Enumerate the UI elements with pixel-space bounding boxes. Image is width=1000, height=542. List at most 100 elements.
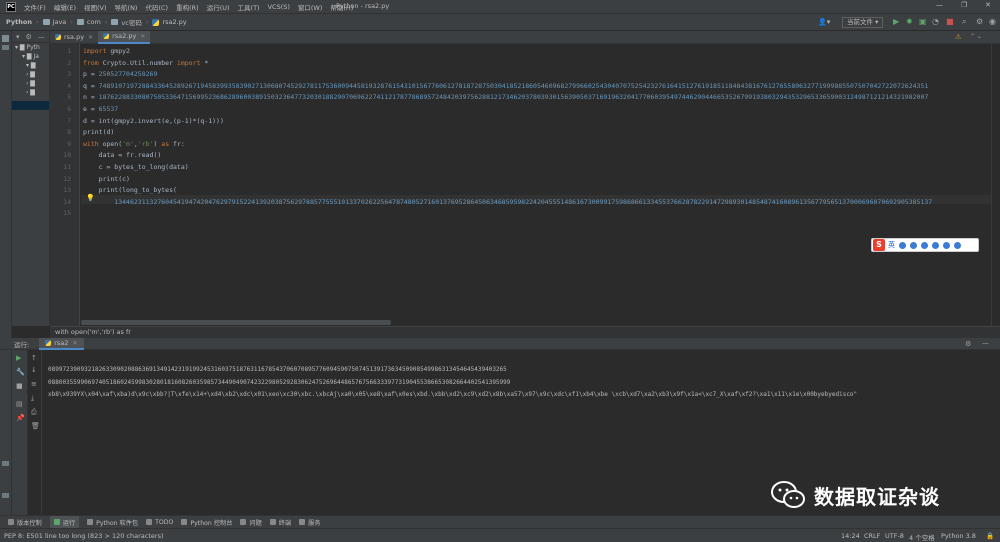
menu-item-refactor[interactable]: 重构(R) [172, 2, 203, 12]
settings-icon[interactable]: ⚙ [976, 17, 983, 27]
line-number[interactable]: 6 [67, 106, 71, 113]
run-icon[interactable]: ▶ [893, 17, 899, 27]
file-encoding[interactable]: UTF-8 [885, 532, 904, 540]
trash-icon[interactable]: 🗑 [31, 422, 40, 430]
close-icon[interactable]: ✕ [985, 1, 991, 9]
run-configuration-select[interactable]: 当前文件 ▾ [842, 17, 884, 28]
code-line[interactable]: import gmpy2 [83, 47, 130, 55]
menu-item-navigate[interactable]: 导航(N) [111, 2, 142, 12]
line-number[interactable]: 1 [67, 48, 71, 55]
line-number[interactable]: 14 [63, 199, 71, 206]
layout-icon[interactable]: ▤ [16, 400, 23, 408]
profile-icon[interactable]: ◔ [932, 17, 939, 27]
tool-terminal[interactable]: 终端 [269, 518, 291, 527]
code-line[interactable]: with open('m','rb') as fr: [83, 140, 185, 148]
menu-item-code[interactable]: 代码(C) [141, 2, 172, 12]
ime-toolbox-icon[interactable] [954, 241, 961, 249]
editor-horizontal-scrollbar[interactable] [81, 320, 391, 325]
line-number[interactable]: 9 [67, 141, 71, 148]
code-breadcrumb[interactable]: with open('m','rb') as fr [50, 326, 1000, 338]
editor-vertical-scrollbar[interactable] [991, 44, 1000, 326]
line-number[interactable]: 8 [67, 129, 71, 136]
scroll-to-end-icon[interactable]: ⤓ [31, 394, 34, 403]
ime-skin-icon[interactable] [943, 241, 950, 249]
soft-wrap-icon[interactable]: ≡ [31, 380, 37, 388]
breadcrumb-file[interactable]: rsa2.py [162, 18, 186, 26]
ime-language-label[interactable]: 英 [888, 240, 895, 250]
line-number[interactable]: 12 [63, 176, 71, 183]
code-line[interactable]: d = int(gmpy2.invert(e,(p-1)*(q-1))) [83, 117, 224, 125]
menu-item-vcs[interactable]: VCS(S) [264, 3, 294, 11]
tree-item[interactable]: ▾ ▇ [12, 61, 49, 70]
menu-item-tools[interactable]: 工具(T) [234, 2, 264, 12]
ime-emoji-icon[interactable] [910, 241, 917, 249]
scroll-down-icon[interactable]: ↓ [31, 366, 37, 374]
code-line[interactable]: c = bytes_to_long(data) [83, 163, 189, 171]
status-message[interactable]: PEP 8: E501 line too long (823 > 120 cha… [4, 532, 164, 540]
line-number[interactable]: 5 [67, 94, 71, 101]
breadcrumb-com[interactable]: com [87, 18, 101, 26]
tool-run[interactable]: 运行 [49, 515, 80, 529]
tree-item[interactable]: › ▇ [12, 79, 49, 88]
tool-version-control[interactable]: 版本控制 [8, 518, 42, 527]
code-line[interactable]: print(long_to_bytes( [83, 186, 177, 194]
line-number[interactable]: 7 [67, 118, 71, 125]
line-number[interactable]: 15 [63, 210, 71, 217]
code-line[interactable]: p = 250527704258269 [83, 70, 157, 78]
code-line[interactable]: 1344623113276045419474204762979152241392… [83, 198, 932, 206]
tree-item-python[interactable]: ▾ ▇ Pyth [12, 43, 49, 52]
close-tab-icon[interactable]: ✕ [88, 34, 93, 41]
close-tab-icon[interactable]: ✕ [140, 33, 145, 40]
ide-logo-icon[interactable]: ◉ [989, 17, 996, 27]
tree-item-java[interactable]: ▾ ▇ Ja [12, 52, 49, 61]
warning-icon[interactable]: ⚠ [955, 33, 961, 41]
line-number[interactable]: 2 [67, 60, 71, 67]
close-tab-icon[interactable]: ✕ [72, 339, 77, 347]
breadcrumb-java[interactable]: Java [53, 18, 67, 26]
pin-icon[interactable]: 📌 [16, 414, 25, 422]
menu-item-edit[interactable]: 编辑(E) [50, 2, 80, 12]
coverage-icon[interactable]: ▣ [919, 17, 927, 27]
code-line[interactable]: e = 65537 [83, 105, 118, 113]
minus-icon[interactable]: — [38, 33, 45, 41]
stop-icon[interactable]: ■ [946, 17, 954, 27]
code-line[interactable]: q = 748910719728843364528926719458399358… [83, 82, 928, 90]
tool-problems[interactable]: 问题 [240, 518, 262, 527]
search-everywhere-icon[interactable]: ⌕ [962, 17, 966, 27]
tool-todo[interactable]: TODO [146, 519, 173, 526]
line-number[interactable]: 11 [63, 164, 71, 171]
breadcrumb-folder[interactable]: vc密码 [121, 17, 141, 27]
indent-setting[interactable]: 4 个空格 [909, 532, 935, 542]
ime-keyboard-icon[interactable] [932, 241, 939, 249]
menu-item-window[interactable]: 窗口(W) [294, 2, 327, 12]
caret-position[interactable]: 14:24 [841, 532, 860, 540]
structure-tool-icon[interactable] [2, 461, 9, 466]
menu-item-file[interactable]: 文件(F) [20, 2, 50, 12]
gear-icon[interactable]: ⚙ [965, 340, 971, 348]
line-number[interactable]: 4 [67, 83, 71, 90]
menu-item-view[interactable]: 视图(V) [80, 2, 111, 12]
gear-icon[interactable]: ⚙ [26, 33, 32, 41]
code-line[interactable]: print(c) [83, 175, 130, 183]
breadcrumb-project[interactable]: Python [6, 18, 32, 26]
ime-punctuation-icon[interactable] [899, 241, 906, 249]
tab-rsa-py[interactable]: rsa.py ✕ [50, 31, 98, 44]
menu-item-run[interactable]: 运行(U) [203, 2, 234, 12]
minimize-icon[interactable]: — [936, 1, 943, 9]
tab-rsa2-py[interactable]: rsa2.py ✕ [98, 30, 151, 44]
line-number[interactable]: 13 [63, 187, 71, 194]
favorites-tool-icon[interactable] [2, 493, 9, 498]
user-icon[interactable]: 👤▾ [818, 17, 830, 27]
tool-services[interactable]: 服务 [299, 518, 321, 527]
rerun-icon[interactable]: ▶ [16, 354, 21, 362]
ime-voice-icon[interactable] [921, 241, 928, 249]
project-tool-icon[interactable] [2, 35, 9, 42]
line-number[interactable]: 3 [67, 71, 71, 78]
lock-icon[interactable]: 🔒 [986, 532, 994, 540]
code-line[interactable]: data = fr.read() [83, 151, 162, 159]
code-editor[interactable]: import gmpy2 from Crypto.Util.number impo… [81, 44, 991, 326]
python-interpreter[interactable]: Python 3.8 [941, 532, 976, 540]
tool-python-console[interactable]: Python 控制台 [181, 518, 232, 527]
minimize-panel-icon[interactable]: — [982, 339, 989, 347]
code-line[interactable]: print(d) [83, 128, 114, 136]
